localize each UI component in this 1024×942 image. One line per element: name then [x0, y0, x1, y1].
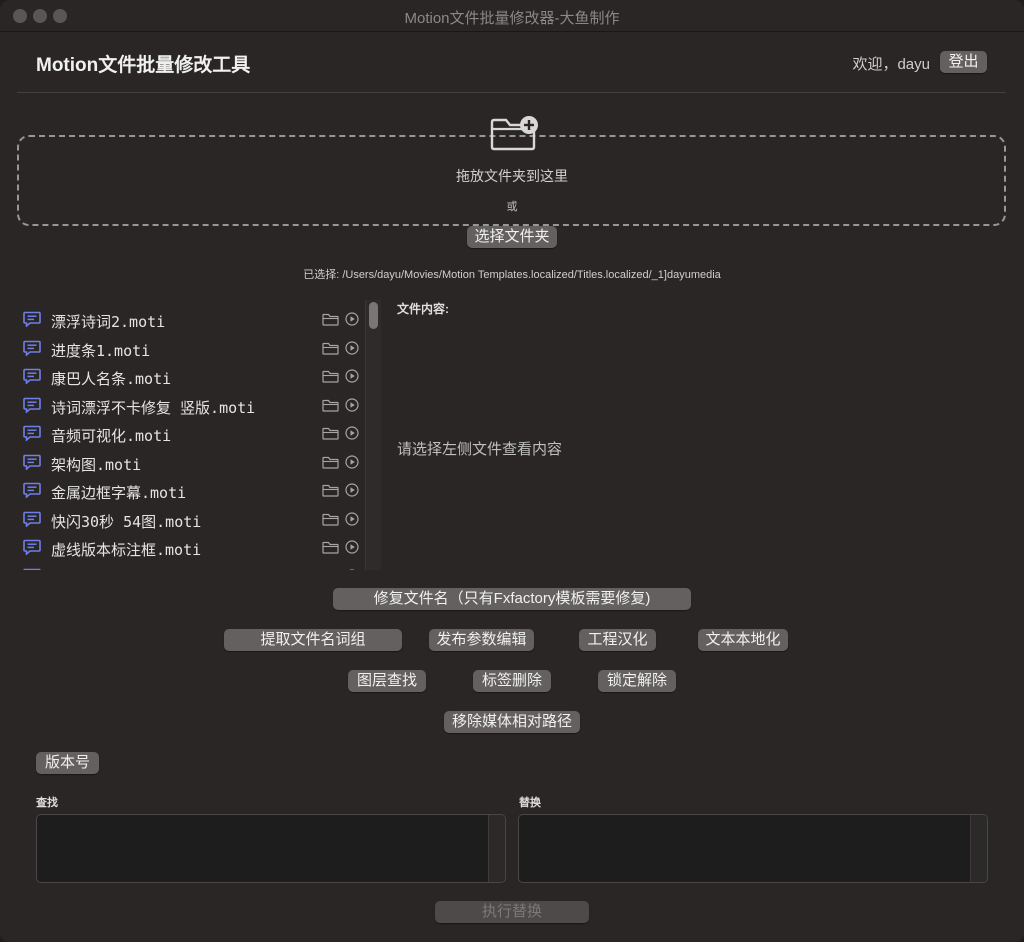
file-name: 科技边框-引如3.moti [51, 568, 204, 571]
play-icon[interactable] [345, 483, 359, 497]
message-icon [23, 568, 41, 570]
message-icon [23, 511, 41, 527]
folder-icon[interactable] [322, 342, 339, 355]
folder-icon[interactable] [322, 370, 339, 383]
file-name: 漂浮诗词2.moti [51, 313, 166, 331]
tag-delete-button[interactable]: 标签删除 [473, 670, 551, 692]
message-icon [23, 454, 41, 470]
play-icon[interactable] [345, 454, 359, 469]
version-button[interactable]: 版本号 [36, 752, 99, 774]
file-name: 音频可视化.moti [51, 427, 172, 445]
selected-path: 已选择: /Users/dayu/Movies/Motion Templates… [303, 269, 721, 281]
message-icon [23, 539, 41, 555]
message-icon [23, 425, 41, 441]
file-name: 进度条1.moti [51, 341, 151, 360]
file-list-item[interactable]: 漂浮诗词2.moti [17, 303, 365, 331]
file-list-item[interactable]: 音频可视化.moti [17, 417, 365, 445]
file-list-item[interactable]: 康巴人名条.moti [17, 360, 365, 388]
replace-label: 替换 [519, 797, 541, 809]
unlock-button[interactable]: 锁定解除 [598, 670, 676, 692]
publish-params-button[interactable]: 发布参数编辑 [429, 629, 534, 651]
text-localize-button[interactable]: 文本本地化 [698, 629, 788, 651]
play-icon[interactable] [345, 540, 359, 554]
play-icon[interactable] [345, 340, 359, 355]
file-content-hint: 请选择左侧文件查看内容 [397, 441, 563, 458]
app-window: Motion文件批量修改器-大鱼制作 Motion文件批量修改工具 欢迎，day… [0, 0, 1024, 942]
folder-icon[interactable] [322, 313, 339, 326]
find-textarea[interactable] [36, 814, 506, 883]
window-title: Motion文件批量修改器-大鱼制作 [404, 10, 620, 27]
file-name: 虚线版本标注框.moti [51, 541, 202, 559]
drop-text: 拖放文件夹到这里 [456, 168, 568, 184]
file-list-item[interactable]: 科技边框-引如3.moti [17, 560, 365, 571]
execute-replace-button[interactable]: 执行替换 [435, 901, 589, 923]
message-icon [23, 311, 41, 327]
folder-icon[interactable] [322, 570, 339, 571]
file-list-item[interactable]: 虚线版本标注框.moti [17, 531, 365, 559]
file-name: 架构图.moti [51, 455, 142, 474]
choose-folder-button[interactable]: 选择文件夹 [467, 226, 557, 248]
file-list-scroll-thumb[interactable] [369, 302, 378, 329]
remove-media-path-button[interactable]: 移除媒体相对路径 [444, 711, 580, 733]
file-list-scrollbar[interactable] [365, 300, 381, 570]
file-list-item[interactable]: 诗词漂浮不卡修复 竖版.moti [17, 389, 365, 417]
play-icon[interactable] [345, 312, 359, 326]
file-name: 康巴人名条.moti [51, 370, 172, 388]
file-list-item[interactable]: 进度条1.moti [17, 332, 365, 360]
or-text: 或 [506, 201, 518, 213]
title-bar: Motion文件批量修改器-大鱼制作 [0, 0, 1024, 32]
file-list[interactable]: 漂浮诗词2.moti 进度条1.moti 康巴人名条.moti 诗词漂浮不卡修复 竖版… [17, 300, 365, 570]
message-icon [23, 482, 41, 498]
app-title: Motion文件批量修改工具 [36, 55, 251, 76]
folder-icon[interactable] [322, 513, 339, 526]
folder-icon[interactable] [322, 399, 339, 412]
welcome-text: 欢迎，dayu [852, 56, 930, 73]
header-divider [17, 92, 1006, 93]
play-icon[interactable] [345, 568, 359, 571]
replace-textarea-scrollbar[interactable] [970, 815, 987, 882]
file-name: 金属边框字幕.moti [51, 484, 187, 502]
play-icon[interactable] [345, 511, 359, 526]
find-textarea-scrollbar[interactable] [488, 815, 505, 882]
fix-filename-button[interactable]: 修复文件名（只有Fxfactory模板需要修复) [333, 588, 691, 610]
find-label: 查找 [36, 797, 58, 809]
replace-textarea[interactable] [518, 814, 988, 883]
folder-icon[interactable] [322, 541, 339, 554]
project-localize-button[interactable]: 工程汉化 [579, 629, 656, 651]
file-list-item[interactable]: 架构图.moti [17, 446, 365, 474]
folder-add-icon [490, 116, 538, 151]
file-name: 快闪30秒 54图.moti [51, 512, 202, 531]
logout-button[interactable]: 登出 [940, 51, 987, 73]
extract-phrases-button[interactable]: 提取文件名词组 [224, 629, 402, 651]
layer-search-button[interactable]: 图层查找 [348, 670, 426, 692]
folder-icon[interactable] [322, 484, 339, 497]
play-icon[interactable] [345, 426, 359, 440]
file-name: 诗词漂浮不卡修复 竖版.moti [51, 398, 256, 417]
file-list-item[interactable]: 金属边框字幕.moti [17, 474, 365, 502]
play-icon[interactable] [345, 369, 359, 383]
file-content-label: 文件内容: [397, 302, 449, 316]
play-icon[interactable] [345, 397, 359, 412]
folder-icon[interactable] [322, 427, 339, 440]
folder-icon[interactable] [322, 456, 339, 469]
message-icon [23, 368, 41, 384]
message-icon [23, 340, 41, 356]
message-icon [23, 397, 41, 413]
file-list-item[interactable]: 快闪30秒 54图.moti [17, 503, 365, 531]
